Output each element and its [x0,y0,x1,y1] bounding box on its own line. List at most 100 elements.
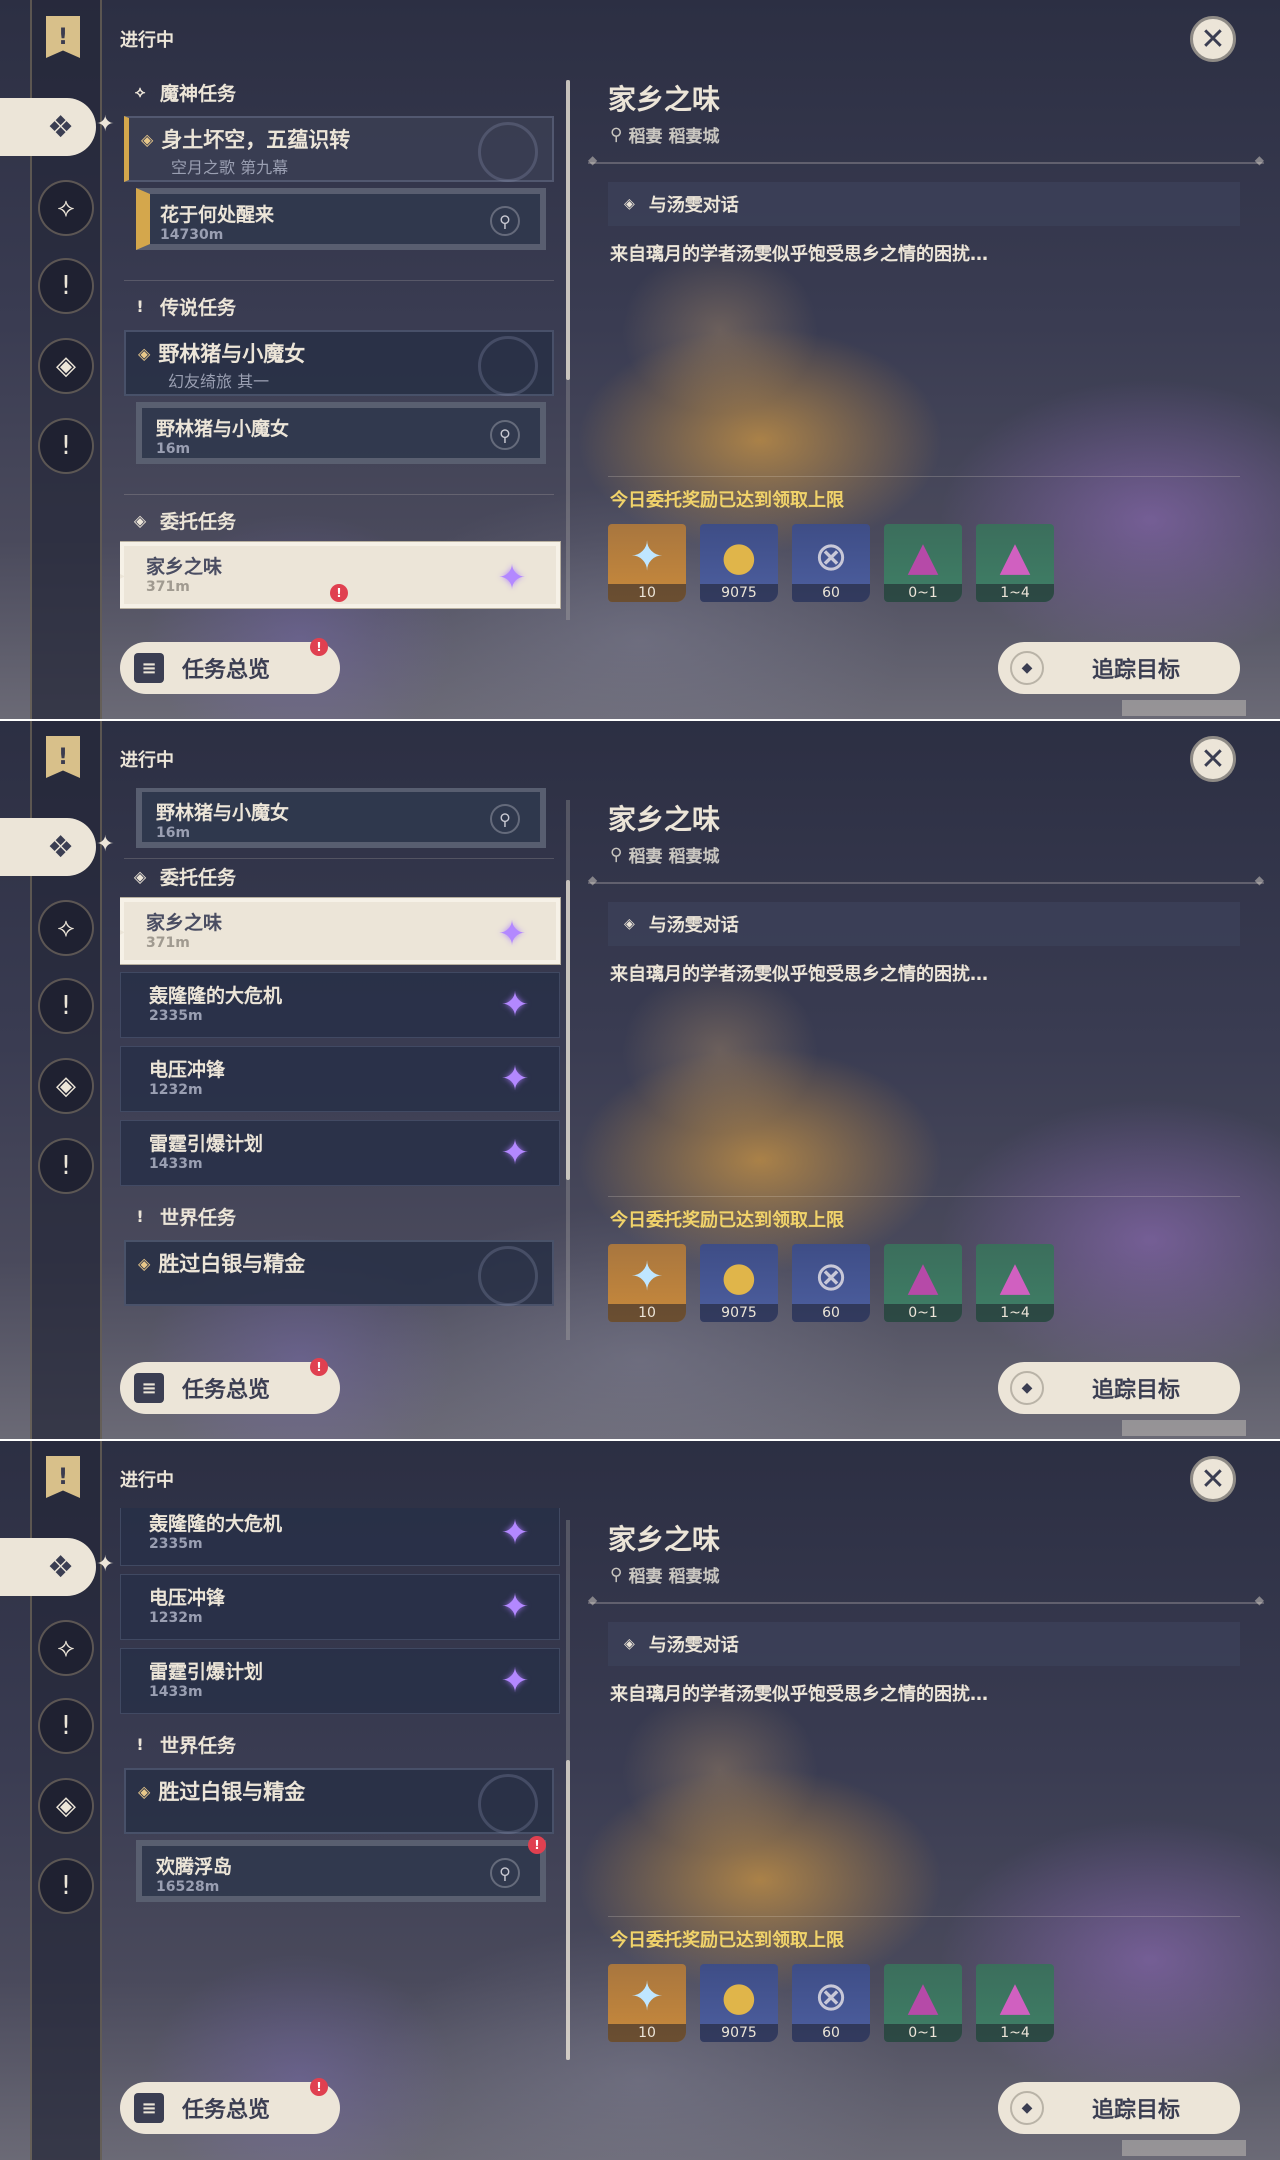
commission-item[interactable]: 雷霆引爆计划 1433m ✦ [120,1648,560,1714]
quest-list[interactable]: 轰隆隆的大危机 2335m ✦ 电压冲锋 1232m ✦ 雷霆引爆计划 1433… [120,1508,564,2054]
track-button[interactable]: ◆ 追踪目标 [998,642,1240,694]
nav-archon-icon[interactable]: ⟡ [38,1620,94,1676]
reward-fate[interactable]: ⊗ 60 [792,524,870,602]
commission-item[interactable]: 轰隆隆的大危机 2335m ✦ [120,972,560,1038]
map-pin-icon[interactable]: ⚲ [490,804,520,834]
reward-ore[interactable]: ▲ 0~1 [884,1244,962,1322]
nav-all-quests-icon[interactable]: ❖ [0,818,96,876]
scroll-thumb[interactable] [566,1760,570,2060]
reward-mora[interactable]: ● 9075 [700,1244,778,1322]
reward-count: 60 [792,2024,870,2042]
reward-ore[interactable]: ▲ 0~1 [884,1964,962,2042]
nav-archon-icon[interactable]: ⟡ [38,180,94,236]
region-label: 稻妻 [628,847,663,867]
nav-story-icon[interactable]: ! [38,258,94,314]
location-pin-icon: ⚲ [610,844,623,865]
nav-story-icon[interactable]: ! [38,978,94,1034]
reward-primogem[interactable]: ✦ 10 [608,524,686,602]
selected-arrow-icon: ▶ [120,568,125,584]
nav-world-icon[interactable]: ! [38,1138,94,1194]
quest-list[interactable]: 野林猪与小魔女 16m ⚲ ◈ 委托任务 ▶ 家乡之味 371m ✦ 轰隆隆的大… [120,788,564,1334]
emblem-icon [478,122,538,182]
close-button[interactable]: ✕ [1190,736,1236,782]
reward-list: ✦ 10 ● 9075 ⊗ 60 ▲ 0~1 ▲ 1~4 [608,524,1054,602]
diamond-icon: ◈ [141,129,154,149]
archon-icon: ⟡ [134,82,146,101]
reward-crystal[interactable]: ▲ 1~4 [976,1964,1054,2042]
quest-legend[interactable]: ◈ 野林猪与小魔女 幻友绮旅 其一 [124,330,554,396]
ore-icon: ▲ [907,1254,939,1300]
commission-item-selected[interactable]: ▶ 家乡之味 371m ✦ [120,898,560,964]
quest-title: 胜过白银与精金 [158,1780,306,1804]
detail-location: ⚲ 稻妻 稻妻城 [610,122,719,148]
commission-item[interactable]: 轰隆隆的大危机 2335m ✦ [120,1508,560,1566]
city-label: 稻妻城 [668,847,720,867]
nav-world-icon[interactable]: ! [38,1858,94,1914]
scroll-thumb[interactable] [566,880,570,1180]
reward-list: ✦ 10 ● 9075 ⊗ 60 ▲ 0~1 ▲ 1~4 [608,1244,1054,1322]
quest-step-world[interactable]: 欢腾浮岛 16528m ⚲ [136,1840,546,1902]
commission-item[interactable]: 雷霆引爆计划 1433m ✦ [120,1120,560,1186]
map-pin-icon[interactable]: ⚲ [490,206,520,236]
nav-archon-icon[interactable]: ⟡ [38,900,94,956]
quest-step-archon[interactable]: 花于何处醒来 14730m ⚲ [136,188,546,250]
quest-step-legend[interactable]: 野林猪与小魔女 16m ⚲ [136,788,546,848]
map-pin-icon[interactable]: ⚲ [490,1858,520,1888]
reward-mora[interactable]: ● 9075 [700,1964,778,2042]
commission-star-icon: ✦ [500,1133,530,1173]
reward-fate[interactable]: ⊗ 60 [792,1964,870,2042]
scrollbar[interactable] [566,800,570,1340]
quest-archon[interactable]: ◈ 身土坏空，五蕴识转 空月之歌 第九幕 [124,116,554,182]
quest-screen-2: ! ❖ ✦ ⟡ ! ◈ ! 进行中 ✕ 野林猪与小魔女 16m ⚲ ◈ 委托任务… [0,720,1280,1440]
reward-count: 0~1 [884,2024,962,2042]
track-label: 追踪目标 [1092,658,1181,683]
quest-overview-button[interactable]: ≡ 任务总览 [120,1362,340,1414]
commission-item[interactable]: 电压冲锋 1232m ✦ [120,1574,560,1640]
reward-ore[interactable]: ▲ 0~1 [884,524,962,602]
quest-step-legend[interactable]: 野林猪与小魔女 16m ⚲ [136,402,546,464]
nav-commission-icon[interactable]: ◈ [38,1058,94,1114]
reward-fate[interactable]: ⊗ 60 [792,1244,870,1322]
scrollbar[interactable] [566,80,570,620]
nav-story-icon[interactable]: ! [38,1698,94,1754]
close-button[interactable]: ✕ [1190,16,1236,62]
nav-world-icon[interactable]: ! [38,418,94,474]
track-button[interactable]: ◆ 追踪目标 [998,2082,1240,2134]
nav-commission-icon[interactable]: ◈ [38,338,94,394]
scrollbar[interactable] [566,1520,570,2060]
scroll-thumb[interactable] [566,80,570,380]
quest-world[interactable]: ◈ 胜过白银与精金 [124,1240,554,1306]
reward-crystal[interactable]: ▲ 1~4 [976,524,1054,602]
track-button[interactable]: ◆ 追踪目标 [998,1362,1240,1414]
reward-crystal[interactable]: ▲ 1~4 [976,1244,1054,1322]
nav-commission-icon[interactable]: ◈ [38,1778,94,1834]
reward-primogem[interactable]: ✦ 10 [608,1964,686,2042]
emblem-icon [478,1774,538,1834]
location-pin-icon: ⚲ [610,1564,623,1585]
reward-count: 60 [792,1304,870,1322]
step-distance: 16m [156,825,191,841]
primogem-icon: ✦ [630,1254,664,1300]
divider [588,873,1264,887]
divider [124,494,554,495]
close-button[interactable]: ✕ [1190,1456,1236,1502]
reward-count: 10 [608,584,686,602]
scroll-hint [1122,700,1246,716]
objective-text: 与汤雯对话 [648,1635,739,1656]
quest-world[interactable]: ◈ 胜过白银与精金 [124,1768,554,1834]
objective-text: 与汤雯对话 [648,915,739,936]
nav-all-quests-icon[interactable]: ❖ [0,98,96,156]
quest-overview-button[interactable]: ≡ 任务总览 [120,2082,340,2134]
nav-all-quests-icon[interactable]: ❖ [0,1538,96,1596]
reward-count: 10 [608,2024,686,2042]
quest-overview-button[interactable]: ≡ 任务总览 [120,642,340,694]
category-label: 委托任务 [160,510,237,533]
map-pin-icon[interactable]: ⚲ [490,420,520,450]
quest-list[interactable]: ⟡ 魔神任务 ◈ 身土坏空，五蕴识转 空月之歌 第九幕 花于何处醒来 14730m… [120,68,564,614]
reward-primogem[interactable]: ✦ 10 [608,1244,686,1322]
commission-distance: 1433m [149,1684,203,1700]
commission-item[interactable]: 电压冲锋 1232m ✦ [120,1046,560,1112]
reward-list: ✦ 10 ● 9075 ⊗ 60 ▲ 0~1 ▲ 1~4 [608,1964,1054,2042]
reward-mora[interactable]: ● 9075 [700,524,778,602]
reward-count: 1~4 [976,2024,1054,2042]
